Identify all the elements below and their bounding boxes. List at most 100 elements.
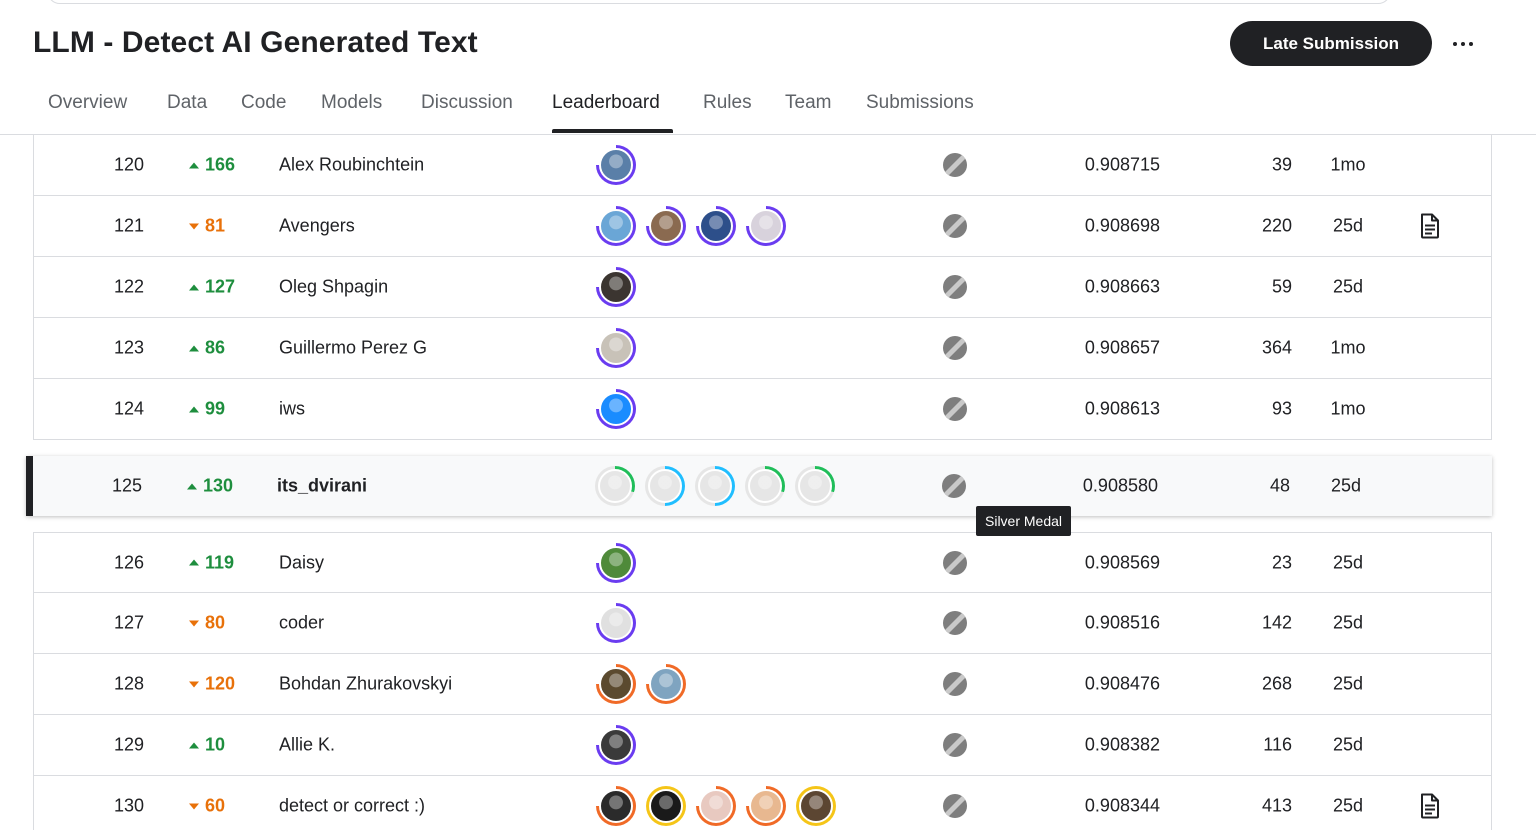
avatar[interactable] bbox=[596, 786, 636, 826]
tab-data[interactable]: Data bbox=[167, 92, 207, 114]
rank-change-value: 99 bbox=[205, 398, 226, 419]
avatar[interactable] bbox=[596, 542, 636, 583]
avatar[interactable] bbox=[596, 206, 636, 246]
tab-rules[interactable]: Rules bbox=[703, 92, 752, 114]
arrow-down-icon bbox=[189, 620, 199, 626]
avatar[interactable] bbox=[745, 466, 785, 506]
avatar[interactable] bbox=[595, 466, 635, 506]
silver-medal-icon[interactable] bbox=[943, 611, 967, 635]
team-name[interactable]: Oleg Shpagin bbox=[279, 277, 388, 298]
table-row[interactable]: 121 81 Avengers 0.908698 220 25d bbox=[33, 196, 1492, 257]
tab-team[interactable]: Team bbox=[785, 92, 831, 114]
silver-medal-icon[interactable] bbox=[943, 550, 967, 575]
avatar[interactable] bbox=[696, 206, 736, 246]
team-name[interactable]: Daisy bbox=[279, 552, 324, 573]
avatar[interactable] bbox=[596, 267, 636, 307]
silver-medal-icon[interactable] bbox=[943, 733, 967, 757]
avatar[interactable] bbox=[796, 786, 836, 826]
silver-medal-icon[interactable] bbox=[943, 153, 967, 177]
table-row[interactable]: 122 127 Oleg Shpagin 0.908663 59 25d bbox=[33, 257, 1492, 318]
avatar[interactable] bbox=[695, 466, 735, 506]
tab-discussion[interactable]: Discussion bbox=[421, 92, 513, 114]
table-row[interactable]: 127 80 coder 0.908516 142 25d bbox=[33, 593, 1492, 654]
active-tab-indicator bbox=[552, 129, 673, 133]
avatar[interactable] bbox=[596, 664, 636, 704]
avatar[interactable] bbox=[646, 664, 686, 704]
tab-code[interactable]: Code bbox=[241, 92, 286, 114]
tab-leaderboard[interactable]: Leaderboard bbox=[552, 92, 660, 114]
table-row[interactable]: 129 10 Allie K. 0.908382 116 25d bbox=[33, 715, 1492, 776]
arrow-up-icon bbox=[187, 483, 197, 489]
team-name[interactable]: Alex Roubinchtein bbox=[279, 155, 424, 176]
team-name[interactable]: iws bbox=[279, 399, 305, 420]
avatar[interactable] bbox=[746, 786, 786, 826]
team-name[interactable]: Bohdan Zhurakovskyi bbox=[279, 674, 452, 695]
avatar[interactable] bbox=[596, 145, 636, 185]
team-name[interactable]: Avengers bbox=[279, 216, 355, 237]
late-submission-button[interactable]: Late Submission bbox=[1230, 21, 1432, 66]
table-row[interactable]: 124 99 iws 0.908613 93 1mo bbox=[33, 379, 1492, 440]
avatar[interactable] bbox=[795, 466, 835, 506]
avatar[interactable] bbox=[596, 328, 636, 368]
avatar[interactable] bbox=[596, 603, 636, 643]
avatar[interactable] bbox=[646, 786, 686, 826]
avatar-image bbox=[599, 545, 633, 580]
rank-change-value: 10 bbox=[205, 734, 226, 755]
entries-cell: 39 bbox=[1271, 154, 1292, 175]
score-cell: 0.908476 bbox=[1084, 673, 1160, 694]
table-row[interactable]: 126 119 Daisy 0.908569 23 25d bbox=[33, 532, 1492, 593]
table-row[interactable]: 123 86 Guillermo Perez G 0.908657 364 1mo bbox=[33, 318, 1492, 379]
avatar[interactable] bbox=[596, 389, 636, 429]
silver-medal-icon[interactable] bbox=[943, 794, 967, 818]
avatar-image bbox=[649, 789, 683, 823]
last-submission-cell: 25d bbox=[1332, 552, 1364, 572]
score-cell: 0.908580 bbox=[1082, 475, 1158, 496]
table-row[interactable]: 120 166 Alex Roubinchtein 0.908715 39 1mo bbox=[33, 135, 1492, 196]
arrow-down-icon bbox=[189, 803, 199, 809]
tab-overview[interactable]: Overview bbox=[48, 92, 127, 114]
rank-cell: 122 bbox=[113, 276, 145, 297]
tab-submissions[interactable]: Submissions bbox=[866, 92, 974, 114]
score-cell: 0.908715 bbox=[1084, 154, 1160, 175]
more-horiz-icon[interactable] bbox=[1445, 28, 1481, 60]
avatar[interactable] bbox=[696, 786, 736, 826]
last-submission-cell: 25d bbox=[1332, 795, 1364, 816]
avatar-image bbox=[698, 469, 732, 503]
avatar-image bbox=[649, 209, 683, 243]
silver-medal-icon[interactable] bbox=[943, 672, 967, 696]
rank-cell: 130 bbox=[113, 795, 145, 816]
rank-change-value: 80 bbox=[205, 612, 226, 633]
table-row-current-user[interactable]: 125 130 its_dvirani 0.908580 48 25d bbox=[26, 456, 1492, 516]
avatar-image bbox=[748, 469, 782, 503]
avatar[interactable] bbox=[646, 206, 686, 246]
silver-medal-icon[interactable] bbox=[943, 397, 967, 421]
team-name[interactable]: Allie K. bbox=[279, 735, 335, 756]
last-submission-cell: 1mo bbox=[1330, 337, 1366, 358]
silver-medal-icon[interactable] bbox=[943, 336, 967, 360]
table-row[interactable]: 128 120 Bohdan Zhurakovskyi 0.908476 268 25d bbox=[33, 654, 1492, 715]
last-submission-cell: 25d bbox=[1332, 276, 1364, 297]
entries-cell: 48 bbox=[1269, 475, 1290, 496]
silver-medal-icon[interactable] bbox=[943, 275, 967, 299]
avatar[interactable] bbox=[746, 206, 786, 246]
arrow-up-icon bbox=[189, 284, 199, 290]
team-name[interactable]: coder bbox=[279, 613, 324, 634]
silver-medal-icon[interactable] bbox=[943, 214, 967, 238]
table-row[interactable]: 130 60 detect or correct :) 0.908344 413 25d bbox=[33, 776, 1492, 830]
notebook-icon[interactable] bbox=[1420, 793, 1440, 819]
avatar[interactable] bbox=[596, 725, 636, 765]
rank-cell: 128 bbox=[113, 673, 145, 694]
team-name[interactable]: Guillermo Perez G bbox=[279, 338, 427, 359]
search-bar[interactable] bbox=[47, 0, 1391, 4]
page-title: LLM - Detect AI Generated Text bbox=[33, 26, 478, 59]
arrow-up-icon bbox=[189, 345, 199, 351]
notebook-icon[interactable] bbox=[1420, 213, 1440, 239]
avatar[interactable] bbox=[645, 466, 685, 506]
score-cell: 0.908613 bbox=[1084, 398, 1160, 419]
silver-medal-icon[interactable] bbox=[942, 474, 966, 498]
rank-change-value: 86 bbox=[205, 337, 226, 358]
tab-models[interactable]: Models bbox=[321, 92, 382, 114]
team-name[interactable]: its_dvirani bbox=[277, 476, 367, 497]
last-submission-cell: 1mo bbox=[1330, 398, 1366, 419]
team-name[interactable]: detect or correct :) bbox=[279, 796, 425, 817]
